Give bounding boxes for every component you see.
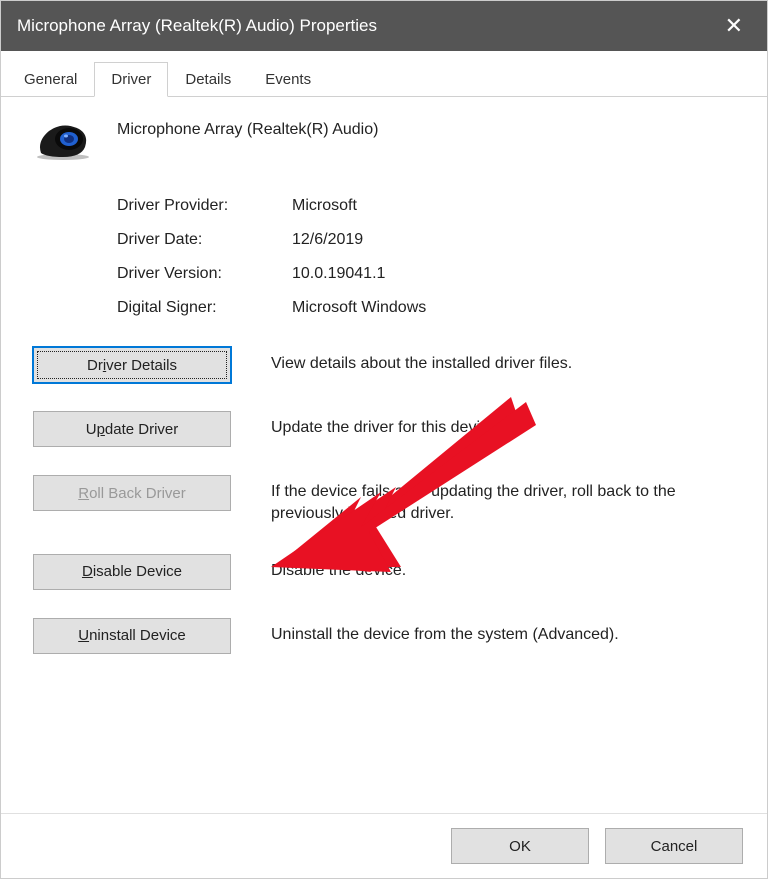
device-name: Microphone Array (Realtek(R) Audio) — [117, 117, 378, 139]
tab-content-driver: Microphone Array (Realtek(R) Audio) Driv… — [1, 97, 767, 813]
provider-value: Microsoft — [292, 197, 357, 215]
action-row-rollback: Roll Back Driver If the device fails aft… — [33, 475, 735, 526]
tab-details[interactable]: Details — [168, 62, 248, 97]
action-row-details: Driver Details View details about the in… — [33, 347, 735, 383]
info-row-signer: Digital Signer: Microsoft Windows — [117, 299, 735, 317]
info-row-date: Driver Date: 12/6/2019 — [117, 231, 735, 249]
uninstall-device-desc: Uninstall the device from the system (Ad… — [271, 618, 735, 646]
cancel-button[interactable]: Cancel — [605, 828, 743, 864]
device-header: Microphone Array (Realtek(R) Audio) — [33, 117, 735, 161]
disable-device-button[interactable]: Disable Device — [33, 554, 231, 590]
tab-strip: General Driver Details Events — [1, 61, 767, 97]
version-value: 10.0.19041.1 — [292, 265, 385, 283]
properties-dialog: Microphone Array (Realtek(R) Audio) Prop… — [0, 0, 768, 879]
date-value: 12/6/2019 — [292, 231, 363, 249]
info-row-provider: Driver Provider: Microsoft — [117, 197, 735, 215]
tab-driver[interactable]: Driver — [94, 62, 168, 97]
driver-details-button[interactable]: Driver Details — [33, 347, 231, 383]
roll-back-driver-desc: If the device fails after updating the d… — [271, 475, 735, 526]
info-row-version: Driver Version: 10.0.19041.1 — [117, 265, 735, 283]
webcam-icon — [33, 119, 93, 161]
action-row-update: Update Driver Update the driver for this… — [33, 411, 735, 447]
roll-back-driver-button: Roll Back Driver — [33, 475, 231, 511]
disable-device-desc: Disable the device. — [271, 554, 735, 582]
tab-general[interactable]: General — [7, 62, 94, 97]
window-title: Microphone Array (Realtek(R) Audio) Prop… — [17, 16, 717, 36]
close-icon[interactable]: ✕ — [717, 13, 751, 39]
update-driver-button[interactable]: Update Driver — [33, 411, 231, 447]
dialog-button-bar: OK Cancel — [1, 813, 767, 878]
driver-info-table: Driver Provider: Microsoft Driver Date: … — [117, 197, 735, 317]
tab-events[interactable]: Events — [248, 62, 328, 97]
version-label: Driver Version: — [117, 265, 292, 283]
signer-label: Digital Signer: — [117, 299, 292, 317]
signer-value: Microsoft Windows — [292, 299, 426, 317]
action-row-disable: Disable Device Disable the device. — [33, 554, 735, 590]
provider-label: Driver Provider: — [117, 197, 292, 215]
driver-details-desc: View details about the installed driver … — [271, 347, 735, 375]
update-driver-desc: Update the driver for this device. — [271, 411, 735, 439]
titlebar: Microphone Array (Realtek(R) Audio) Prop… — [1, 1, 767, 51]
action-row-uninstall: Uninstall Device Uninstall the device fr… — [33, 618, 735, 654]
date-label: Driver Date: — [117, 231, 292, 249]
ok-button[interactable]: OK — [451, 828, 589, 864]
action-rows: Driver Details View details about the in… — [33, 347, 735, 654]
uninstall-device-button[interactable]: Uninstall Device — [33, 618, 231, 654]
